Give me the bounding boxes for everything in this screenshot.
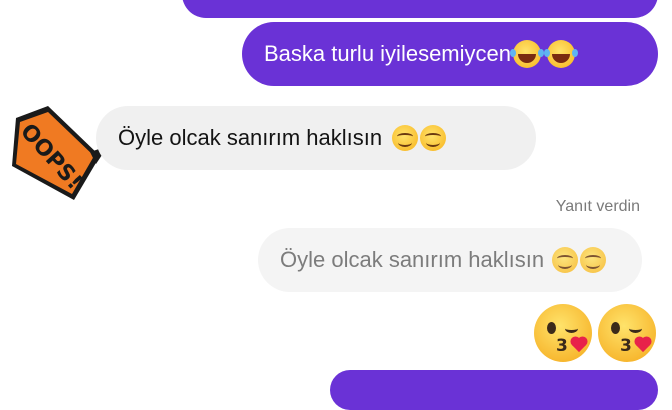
smiling-emoji-icon	[580, 247, 607, 273]
sent-message[interactable]: Baska turlu iyilesemiycen	[242, 22, 658, 86]
sent-message-partial[interactable]	[182, 0, 658, 18]
smiling-emoji-icon	[392, 125, 419, 151]
reply-label: Yanıt verdin	[555, 198, 640, 215]
oops-sticker-icon[interactable]: OOPS!	[4, 104, 110, 200]
sent-message-partial[interactable]	[330, 370, 658, 410]
quoted-message[interactable]: Öyle olcak sanırım haklısın	[258, 228, 642, 292]
received-message[interactable]: Öyle olcak sanırım haklısın	[96, 106, 536, 170]
kiss-emoji-icon[interactable]: 3	[598, 304, 656, 362]
smiling-emoji-icon	[420, 125, 447, 151]
smiling-emoji-icon	[552, 247, 579, 273]
laughing-emoji-icon	[509, 40, 541, 68]
message-text: Öyle olcak sanırım haklısın	[118, 125, 383, 150]
quoted-text: Öyle olcak sanırım haklısın	[280, 247, 545, 272]
laughing-emoji-icon	[543, 40, 575, 68]
message-text: Baska turlu iyilesemiycen	[264, 41, 511, 66]
kiss-emoji-icon[interactable]: 3	[534, 304, 592, 362]
